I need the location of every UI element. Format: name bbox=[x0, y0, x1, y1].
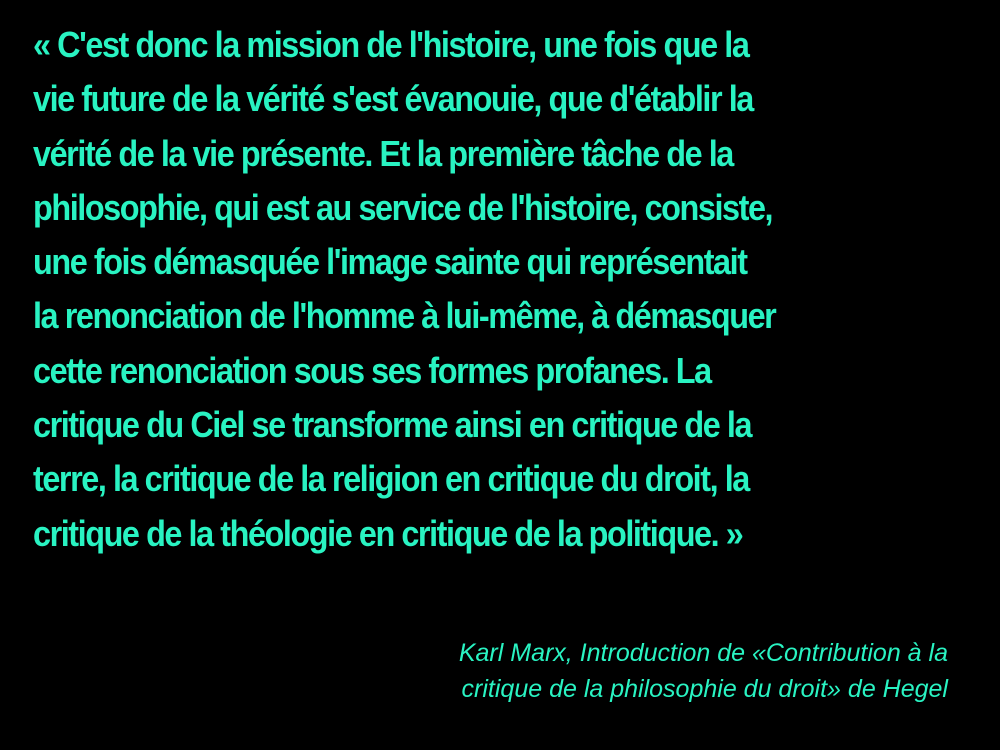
quote-line: critique du Ciel se transforme ainsi en … bbox=[33, 404, 753, 446]
quote-line: critique de la théologie en critique de … bbox=[33, 512, 744, 554]
slide: « C'est donc la mission de l'histoire, u… bbox=[0, 0, 1000, 750]
quote-line: une fois démasquée l'image sainte qui re… bbox=[33, 241, 748, 283]
quote-attribution: Karl Marx, Introduction de «Contribution… bbox=[459, 635, 948, 707]
quote-text: « C'est donc la mission de l'histoire, u… bbox=[33, 18, 888, 561]
quote-line: cette renonciation sous ses formes profa… bbox=[33, 349, 712, 391]
quote-line: terre, la critique de la religion en cri… bbox=[33, 458, 750, 500]
quote-line: philosophie, qui est au service de l'his… bbox=[33, 186, 774, 228]
quote-line: la renonciation de l'homme à lui-même, à… bbox=[33, 295, 777, 337]
quote-line: vie future de la vérité s'est évanouie, … bbox=[33, 78, 754, 120]
attribution-line: Karl Marx, Introduction de «Contribution… bbox=[458, 639, 948, 667]
attribution-line: critique de la philosophie du droit» de … bbox=[461, 675, 948, 703]
quote-line: « C'est donc la mission de l'histoire, u… bbox=[33, 24, 750, 65]
quote-line: vérité de la vie présente. Et la premièr… bbox=[33, 132, 734, 174]
